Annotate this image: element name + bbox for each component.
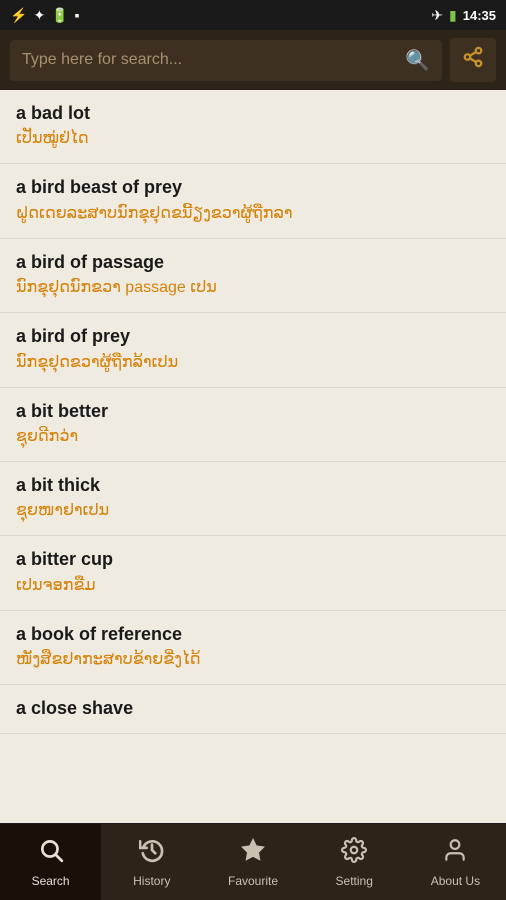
dropbox-icon: ✦ bbox=[33, 7, 45, 24]
dict-entry-english: a bird of prey bbox=[16, 325, 490, 348]
dict-entry-lao: ນົກຂຸຢຸດຂວາຜູ້ຖືກລ້າເປນ bbox=[16, 351, 490, 375]
dict-entry-english: a bit better bbox=[16, 400, 490, 423]
dictionary-list: a bad lotເປັນໝູ່ຢ່ໄດa bird beast of prey… bbox=[0, 90, 506, 823]
dict-entry[interactable]: a bird beast of prey ຝູດເດຍລະສາບນົກຂຸຢຸດຂ… bbox=[0, 164, 506, 238]
dict-entry-english: a close shave bbox=[16, 697, 490, 720]
airplane-icon: ✈ bbox=[431, 7, 443, 24]
dict-entry[interactable]: a bit thickຊຸຍໜາຢາເປນ bbox=[0, 462, 506, 536]
dict-entry[interactable]: a bad lotເປັນໝູ່ຢ່ໄດ bbox=[0, 90, 506, 164]
share-icon bbox=[462, 46, 484, 74]
sd-card-icon: ▪ bbox=[75, 7, 80, 23]
dict-entry-english: a bird beast of prey bbox=[16, 176, 490, 199]
nav-item-about[interactable]: About Us bbox=[405, 824, 506, 900]
time-display: 14:35 bbox=[463, 8, 496, 23]
dict-entry-lao: ຊຸຍໜາຢາເປນ bbox=[16, 499, 490, 523]
dict-entry-lao: ນົກຂຸຢຸດນົກຂວາ passage ເປນ bbox=[16, 276, 490, 300]
search-input-wrapper[interactable] bbox=[10, 40, 442, 81]
nav-label-favourite: Favourite bbox=[228, 874, 278, 888]
status-left-icons: ⚡ ✦ 🔋 ▪ bbox=[10, 7, 80, 24]
dict-entry[interactable]: a book of referenceໜັງສືຂຢາກະສາບຂ້າຍຂີ່ງ… bbox=[0, 611, 506, 685]
dict-entry-lao: ຝູດເດຍລະສາບນົກຂຸຢຸດຂນີ້ຽງຂວາຜູ້ຖືກລາ bbox=[16, 202, 490, 226]
usb-icon: ⚡ bbox=[10, 7, 27, 24]
dict-entry-lao: ໜັງສືຂຢາກະສາບຂ້າຍຂີ່ງໄດ້ bbox=[16, 648, 490, 672]
history-icon bbox=[139, 837, 165, 870]
dict-entry-lao: ເປນຈອກຂືມ bbox=[16, 574, 490, 598]
nav-item-history[interactable]: History bbox=[101, 824, 202, 900]
setting-icon bbox=[341, 837, 367, 870]
battery-icon: ▮ bbox=[449, 7, 457, 24]
search-bar bbox=[0, 30, 506, 90]
dict-entry[interactable]: a bird of passageນົກຂຸຢຸດນົກຂວາ passage … bbox=[0, 239, 506, 313]
dict-entry-english: a bad lot bbox=[16, 102, 490, 125]
search-icon[interactable] bbox=[405, 48, 430, 73]
dict-entry-lao: ເປັນໝູ່ຢ່ໄດ bbox=[16, 127, 490, 151]
nav-label-search: Search bbox=[32, 874, 70, 888]
dict-entry[interactable]: a bird of prey ນົກຂຸຢຸດຂວາຜູ້ຖືກລ້າເປນ bbox=[0, 313, 506, 387]
dict-entry-lao: ຊຸຍດີກວ່າ bbox=[16, 425, 490, 449]
nav-label-about: About Us bbox=[431, 874, 480, 888]
dict-entry[interactable]: a close shave bbox=[0, 685, 506, 733]
about-icon bbox=[442, 837, 468, 870]
bottom-nav: Search History Favourite Setting About Us bbox=[0, 823, 506, 900]
nav-label-setting: Setting bbox=[336, 874, 373, 888]
dict-entry-english: a bit thick bbox=[16, 474, 490, 497]
nav-item-setting[interactable]: Setting bbox=[304, 824, 405, 900]
favourite-icon bbox=[240, 837, 266, 870]
status-bar: ⚡ ✦ 🔋 ▪ ✈ ▮ 14:35 bbox=[0, 0, 506, 30]
nav-item-favourite[interactable]: Favourite bbox=[202, 824, 303, 900]
battery-charging-icon: 🔋 bbox=[51, 7, 68, 24]
search-icon bbox=[38, 837, 64, 870]
nav-item-search[interactable]: Search bbox=[0, 824, 101, 900]
dict-entry[interactable]: a bitter cup ເປນຈອກຂືມ bbox=[0, 536, 506, 610]
dict-entry-english: a bird of passage bbox=[16, 251, 490, 274]
nav-label-history: History bbox=[133, 874, 170, 888]
dict-entry-english: a book of reference bbox=[16, 623, 490, 646]
status-right: ✈ ▮ 14:35 bbox=[431, 7, 496, 24]
dict-entry[interactable]: a bit betterຊຸຍດີກວ່າ bbox=[0, 388, 506, 462]
share-button[interactable] bbox=[450, 38, 496, 82]
search-input[interactable] bbox=[22, 51, 397, 69]
dict-entry-english: a bitter cup bbox=[16, 548, 490, 571]
